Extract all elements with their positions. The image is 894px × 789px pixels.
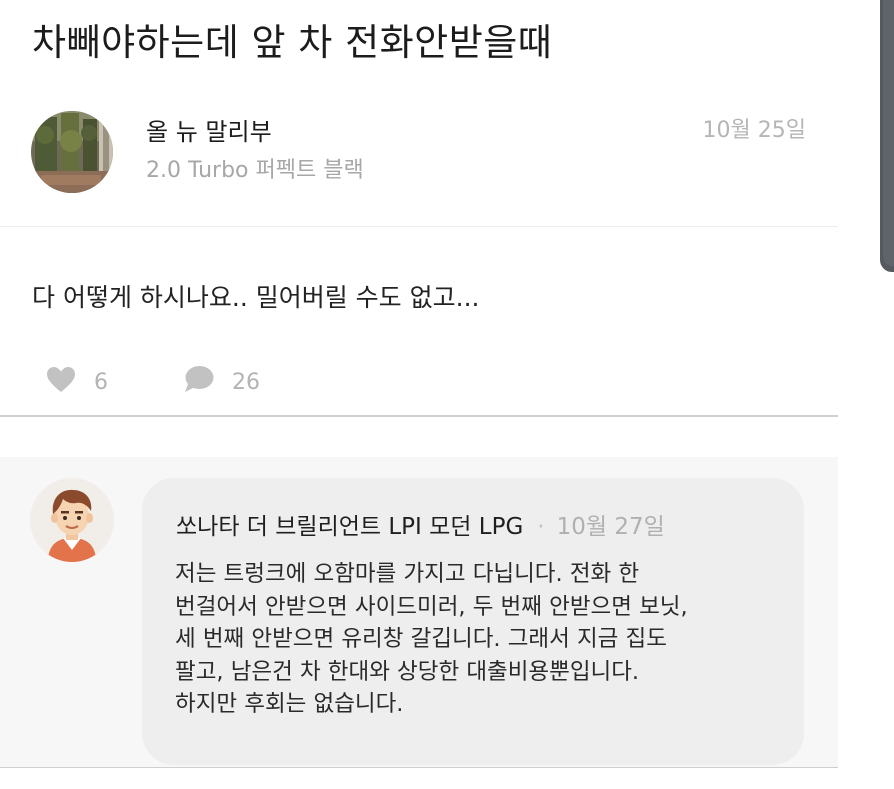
comment-header: 쏘나타 더 브릴리언트 LPI 모던 LPG · 10월 27일 xyxy=(176,511,665,543)
post-title: 차빼야하는데 앞 차 전화안받을때 xyxy=(32,21,553,64)
author-avatar-image xyxy=(31,111,113,193)
cartoon-avatar-image xyxy=(30,478,114,562)
post-date: 10월 25일 xyxy=(702,118,806,143)
comment-bubble: 쏘나타 더 브릴리언트 LPI 모던 LPG · 10월 27일 저는 트렁크에 오… xyxy=(142,478,804,765)
comment-separator: · xyxy=(537,514,545,540)
scrollbar[interactable] xyxy=(880,0,894,272)
author-avatar[interactable] xyxy=(31,111,113,193)
like-button[interactable]: 6 xyxy=(46,366,108,398)
post-page: 차빼야하는데 앞 차 전화안받을때 올 뉴 말리부 2.0 Turbo 퍼펙트 … xyxy=(0,0,838,789)
comment-text: 저는 트렁크에 오함마를 가지고 다닙니다. 전화 한 번걸어서 안받으면 사이… xyxy=(175,561,688,717)
speech-bubble-icon xyxy=(184,365,214,399)
comment-date: 10월 27일 xyxy=(556,514,665,540)
commenter-avatar[interactable] xyxy=(30,478,114,562)
comment-button[interactable]: 26 xyxy=(184,366,260,398)
comment-count: 26 xyxy=(232,369,260,395)
divider xyxy=(0,767,838,768)
heart-icon xyxy=(46,366,76,399)
author-car-model: 2.0 Turbo 퍼펙트 블랙 xyxy=(146,158,364,183)
post-body: 다 어떻게 하시나요.. 밀어버릴 수도 없고... xyxy=(32,283,480,312)
divider xyxy=(0,415,838,417)
author-name[interactable]: 올 뉴 말리부 xyxy=(146,116,272,148)
like-count: 6 xyxy=(94,369,108,395)
comment-author[interactable]: 쏘나타 더 브릴리언트 LPI 모던 LPG xyxy=(176,514,523,540)
divider xyxy=(0,226,838,227)
